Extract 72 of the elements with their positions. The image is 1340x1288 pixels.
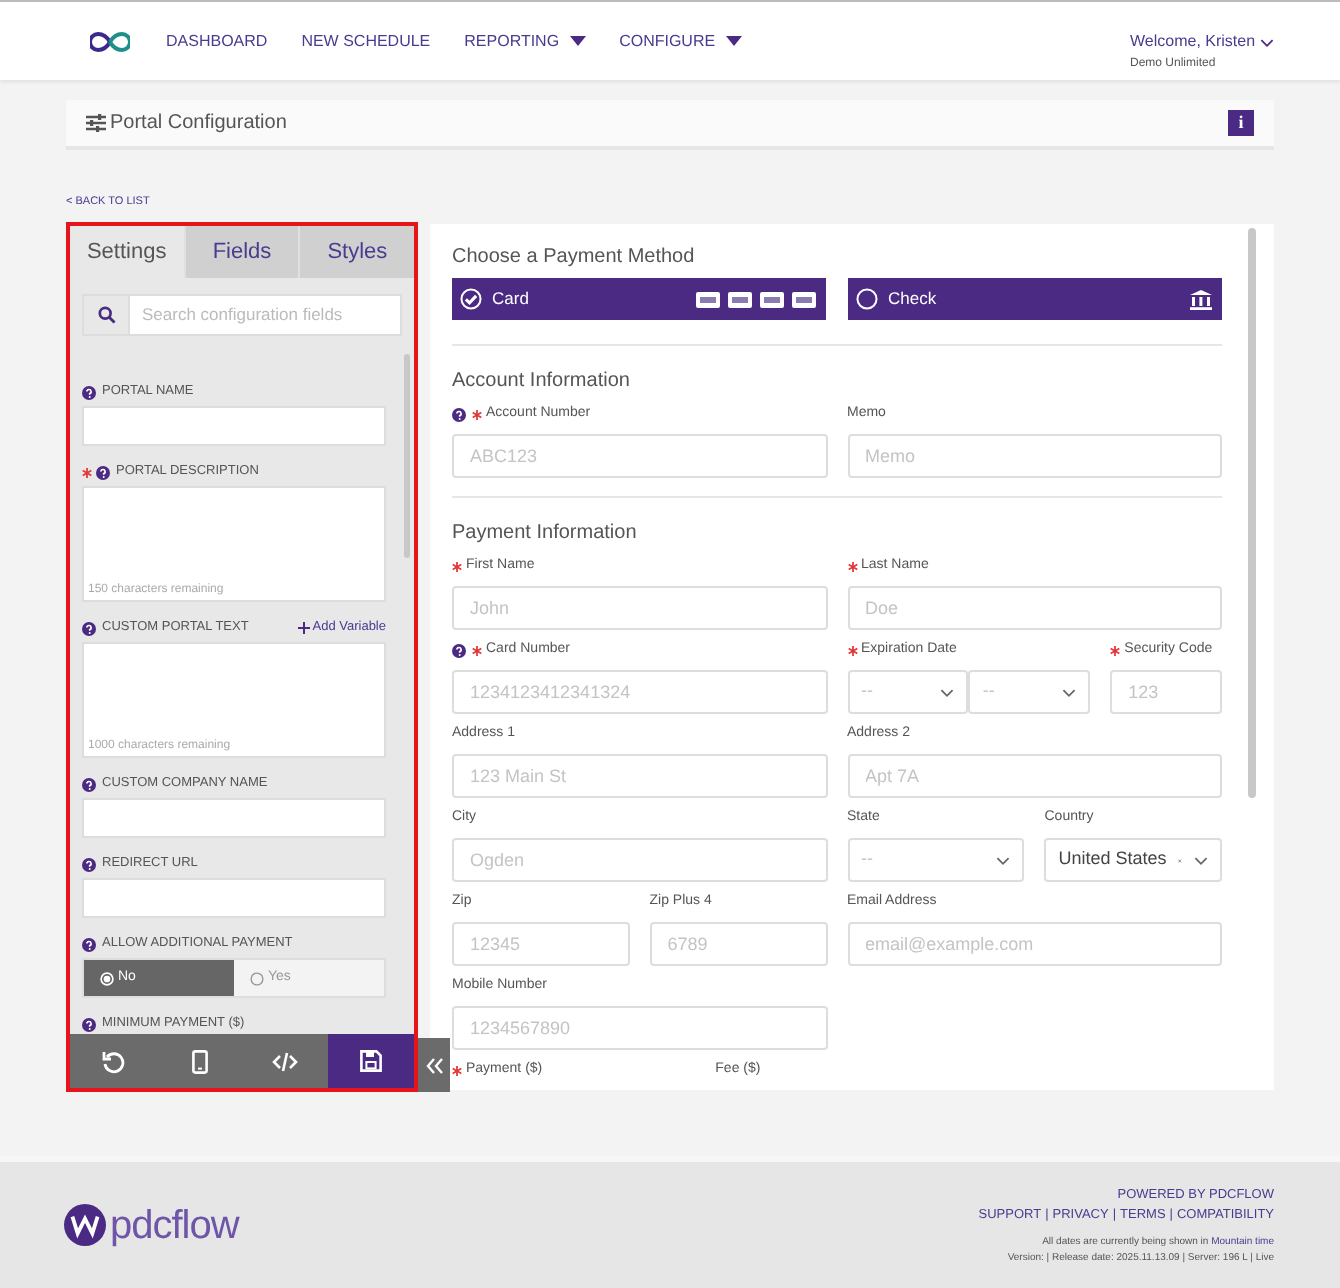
chevron-down-icon [1062,687,1077,697]
input-field[interactable]: Apt 7A [847,754,1222,798]
payment-method-option[interactable]: Check [848,278,1222,320]
help-icon[interactable] [82,621,96,635]
input-field[interactable]: 123 [1110,670,1222,714]
search-field[interactable]: Search configuration fields [130,294,402,336]
card-brand-icon [792,291,816,307]
sliders-icon [86,114,106,132]
section-title: Choose a Payment Method [452,244,697,270]
search-icon [97,306,115,324]
plus-icon [298,622,311,634]
double-chevron-left-icon [425,1057,443,1073]
help-icon[interactable] [82,385,96,399]
card-brand-icon [696,291,720,307]
scrollbar-thumb[interactable] [404,354,410,558]
input-field[interactable] [82,406,386,446]
user-menu[interactable]: Welcome, Kristen [1130,30,1274,54]
input-field[interactable]: Memo [847,434,1222,478]
info-button[interactable]: i [1228,110,1254,136]
help-icon[interactable] [82,777,96,791]
caret-icon [569,36,586,46]
tab[interactable]: Fields [183,226,299,278]
collapse-button[interactable] [418,1038,450,1092]
select-field[interactable]: United States [1044,838,1222,882]
chevron-down-icon [996,855,1011,865]
section-title: Payment Information [452,520,639,546]
help-icon[interactable] [82,1017,96,1031]
save-button[interactable] [328,1034,414,1088]
radio-icon [100,971,114,985]
chevron-down-icon [1194,855,1208,865]
input-field[interactable]: email@example.com [847,922,1222,966]
code-icon [272,1051,298,1071]
logo-icon[interactable] [64,1204,106,1246]
input-field[interactable]: 123 Main St [452,754,827,798]
phone-icon [191,1049,207,1073]
logo-icon[interactable] [90,31,130,51]
input-field[interactable]: John [452,586,827,630]
help-icon[interactable] [82,937,96,951]
input-field[interactable]: 6789 [649,922,827,966]
input-field[interactable]: Doe [847,586,1222,630]
input-field[interactable]: 1234567890 [452,1006,827,1050]
help-icon[interactable] [452,407,466,421]
nav-link[interactable]: REPORTING [464,29,586,53]
bank-icon [1190,289,1212,309]
card-brand-icon [728,291,752,307]
help-icon[interactable] [96,465,110,479]
radio-icon [250,971,264,985]
undo-icon [101,1049,125,1073]
tab[interactable]: Styles [298,226,415,278]
nav-link[interactable]: DASHBOARD [166,29,268,53]
check-circle-icon [460,288,482,310]
scrollbar-thumb[interactable] [1248,228,1256,798]
payment-method-option[interactable]: Card [452,278,826,320]
input-field[interactable] [82,878,386,918]
nav-link[interactable]: CONFIGURE [619,29,742,53]
input-field[interactable]: Ogden [452,838,827,882]
help-icon[interactable] [452,643,466,657]
chevron-down-icon [940,687,955,697]
chevron-down-icon [1259,37,1274,47]
logo-text: pdcflow [110,1201,239,1251]
card-brand-icon [760,291,784,307]
circle-icon [856,288,878,310]
caret-icon [725,36,742,46]
page-title: Portal Configuration [110,110,287,138]
input-field[interactable] [82,798,386,838]
section-title: Account Information [452,368,632,394]
input-field[interactable]: 1234123412341324 [452,670,827,714]
input-field[interactable]: 12345 [452,922,630,966]
save-icon [360,1050,382,1072]
input-field[interactable]: ABC123 [452,434,827,478]
nav-link[interactable]: NEW SCHEDULE [301,29,431,53]
help-icon[interactable] [82,857,96,871]
